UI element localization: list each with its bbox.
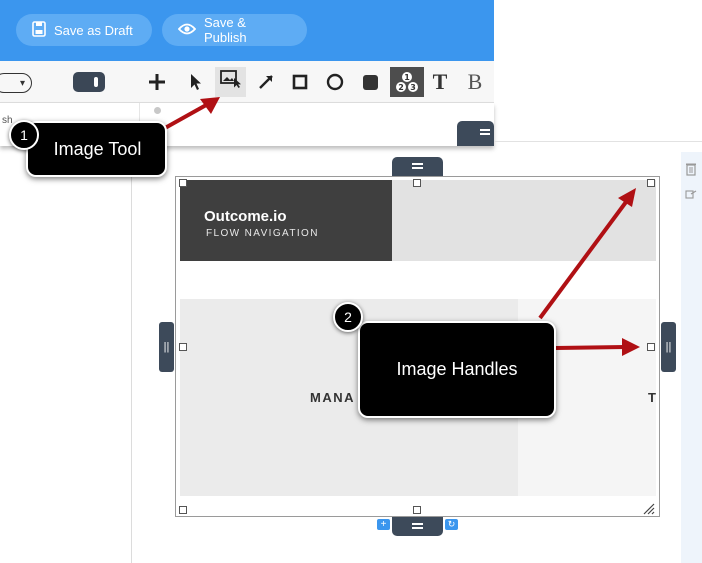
callout-label: Image Tool [53, 138, 142, 159]
arrow-to-image-tool [164, 102, 209, 130]
annotation-arrows [164, 97, 640, 356]
arrow-to-top-right-handle [538, 200, 628, 320]
callout-image-tool: Image Tool [26, 121, 167, 177]
callout-label: Image Handles [396, 359, 518, 379]
arrow-to-right-handle [555, 345, 626, 350]
callout-badge: 1 [9, 120, 39, 150]
callout-image-handles: Image Handles [358, 321, 556, 418]
callout-badge: 2 [333, 302, 363, 332]
